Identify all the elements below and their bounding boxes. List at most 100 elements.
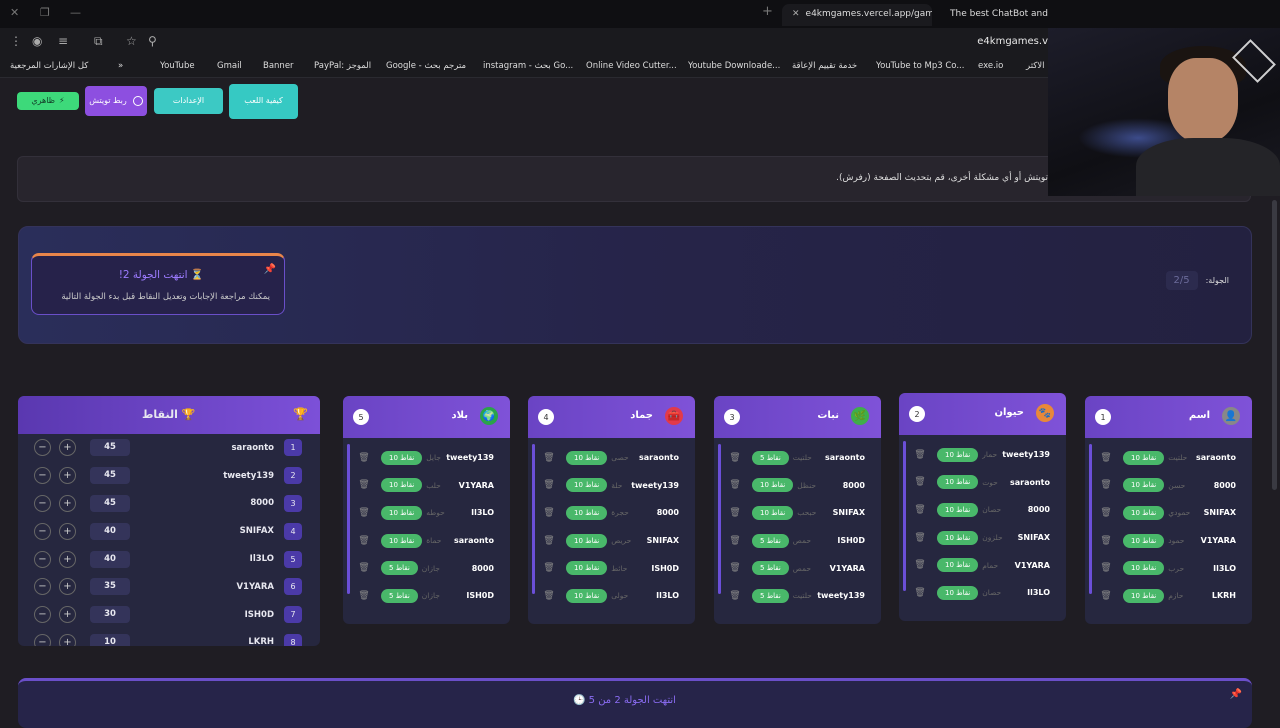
trash-icon[interactable]: 🗑 (913, 533, 927, 543)
points-pill[interactable]: 10 نقاط (752, 478, 794, 493)
theme-toggle-button[interactable]: ظاهري ⚡ (17, 92, 79, 110)
search-icon[interactable]: ⚲ (148, 34, 157, 48)
points-pill[interactable]: 10 نقاط (937, 447, 979, 462)
bookmark-gmail[interactable]: Gmail (217, 61, 242, 71)
trash-icon[interactable]: 🗑 (913, 560, 927, 570)
minus-button[interactable]: − (34, 633, 51, 646)
points-pill[interactable]: 10 نقاط (566, 561, 608, 576)
bookmark-all[interactable]: كل الإشارات المرجعية (10, 61, 88, 71)
bookmark-translate[interactable]: Google - مترجم بحث (386, 61, 466, 71)
settings-button[interactable]: الإعدادات (154, 88, 223, 114)
trash-icon[interactable]: 🗑 (542, 563, 556, 573)
menu-icon[interactable]: ⋮ (10, 34, 22, 48)
trash-icon[interactable]: 🗑 (1099, 563, 1113, 573)
points-pill[interactable]: 10 نقاط (1123, 478, 1165, 493)
points-pill[interactable]: 10 نقاط (566, 588, 608, 603)
points-pill[interactable]: 5 نقاط (752, 450, 789, 465)
bookmark-mp3[interactable]: YouTube to Mp3 Co... (876, 61, 964, 71)
points-pill[interactable]: 10 نقاط (1123, 588, 1165, 603)
minus-button[interactable]: − (34, 439, 51, 457)
bookmark-instagram[interactable]: instagram - بحث Go... (483, 61, 573, 71)
new-tab-icon[interactable]: + (762, 4, 773, 19)
points-pill[interactable]: 5 نقاط (381, 561, 418, 576)
trash-icon[interactable]: 🗑 (1099, 453, 1113, 463)
bookmarks-more-icon[interactable]: » (118, 61, 123, 71)
minus-button[interactable]: − (34, 550, 51, 568)
trash-icon[interactable]: 🗑 (913, 450, 927, 460)
bookmark-exeio[interactable]: exe.io (978, 61, 1003, 71)
points-pill[interactable]: 10 نقاط (1123, 450, 1165, 465)
points-pill[interactable]: 10 نقاط (566, 505, 608, 520)
points-pill[interactable]: 10 نقاط (1123, 505, 1165, 520)
plus-button[interactable]: + (59, 578, 76, 596)
points-pill[interactable]: 10 نقاط (937, 502, 979, 517)
plus-button[interactable]: + (59, 439, 76, 457)
trash-icon[interactable]: 🗑 (1099, 508, 1113, 518)
trash-icon[interactable]: 🗑 (542, 536, 556, 546)
minus-button[interactable]: − (34, 494, 51, 512)
points-pill[interactable]: 10 نقاط (937, 475, 979, 490)
close-window-icon[interactable]: ✕ (10, 6, 19, 19)
points-pill[interactable]: 10 نقاط (937, 530, 979, 545)
trash-icon[interactable]: 🗑 (913, 505, 927, 515)
tab-chatbot[interactable]: The best ChatBot and Wi (940, 4, 1048, 26)
trash-icon[interactable]: 🗑 (357, 536, 371, 546)
trash-icon[interactable]: 🗑 (1099, 480, 1113, 490)
bookmark-youtube[interactable]: YouTube (160, 61, 195, 71)
points-pill[interactable]: 10 نقاط (566, 450, 608, 465)
trash-icon[interactable]: 🗑 (357, 508, 371, 518)
points-pill[interactable]: 10 نقاط (381, 450, 423, 465)
trash-icon[interactable]: 🗑 (913, 588, 927, 598)
points-pill[interactable]: 5 نقاط (381, 588, 418, 603)
bookmark-video-cutter[interactable]: Online Video Cutter... (586, 61, 677, 71)
points-pill[interactable]: 10 نقاط (566, 533, 608, 548)
trash-icon[interactable]: 🗑 (728, 563, 742, 573)
restore-window-icon[interactable]: ❐ (40, 6, 50, 19)
profile-icon[interactable]: ◉ (32, 34, 42, 48)
star-icon[interactable]: ☆ (126, 34, 137, 48)
trash-icon[interactable]: 🗑 (542, 453, 556, 463)
tab-close-icon[interactable]: ✕ (792, 9, 800, 19)
trash-icon[interactable]: 🗑 (728, 536, 742, 546)
plus-button[interactable]: + (59, 494, 76, 512)
trash-icon[interactable]: 🗑 (357, 480, 371, 490)
pin-icon[interactable]: 📌 (1230, 689, 1242, 700)
bookmark-paypal[interactable]: PayPal: الموجز (314, 61, 371, 71)
points-pill[interactable]: 10 نقاط (381, 533, 423, 548)
points-pill[interactable]: 10 نقاط (937, 558, 979, 573)
tab-e4kmgames[interactable]: ✕e4kmgames.vercel.app/games/ (782, 4, 932, 26)
trash-icon[interactable]: 🗑 (1099, 536, 1113, 546)
bookmark-banner[interactable]: Banner (263, 61, 294, 71)
bookmark-disability[interactable]: خدمة تقييم الإعاقة (792, 61, 857, 71)
trash-icon[interactable]: 🗑 (728, 591, 742, 601)
points-pill[interactable]: 5 نقاط (752, 588, 789, 603)
trash-icon[interactable]: 🗑 (542, 480, 556, 490)
points-pill[interactable]: 10 نقاط (381, 505, 423, 520)
scrollbar[interactable] (1272, 200, 1277, 490)
trash-icon[interactable]: 🗑 (728, 453, 742, 463)
trash-icon[interactable]: 🗑 (542, 591, 556, 601)
points-pill[interactable]: 5 نقاط (752, 533, 789, 548)
points-pill[interactable]: 10 نقاط (1123, 533, 1165, 548)
points-pill[interactable]: 10 نقاط (566, 478, 608, 493)
trash-icon[interactable]: 🗑 (913, 477, 927, 487)
how-to-play-button[interactable]: كيفية اللعب (229, 84, 298, 119)
bookmark-yt-downloader[interactable]: Youtube Downloade... (688, 61, 780, 71)
plus-button[interactable]: + (59, 550, 76, 568)
minus-button[interactable]: − (34, 606, 51, 624)
bookmark-more[interactable]: الاكثر (1026, 61, 1045, 71)
points-pill[interactable]: 10 نقاط (937, 585, 979, 600)
plus-button[interactable]: + (59, 606, 76, 624)
plus-button[interactable]: + (59, 633, 76, 646)
trash-icon[interactable]: 🗑 (728, 508, 742, 518)
pin-icon[interactable]: 📌 (264, 264, 276, 275)
points-pill[interactable]: 5 نقاط (752, 561, 789, 576)
minimize-window-icon[interactable]: — (70, 6, 81, 19)
minus-button[interactable]: − (34, 467, 51, 485)
trash-icon[interactable]: 🗑 (357, 591, 371, 601)
plus-button[interactable]: + (59, 467, 76, 485)
trash-icon[interactable]: 🗑 (542, 508, 556, 518)
plus-button[interactable]: + (59, 522, 76, 540)
points-pill[interactable]: 10 نقاط (381, 478, 423, 493)
url-text[interactable]: e4kmgames.v (977, 36, 1048, 47)
